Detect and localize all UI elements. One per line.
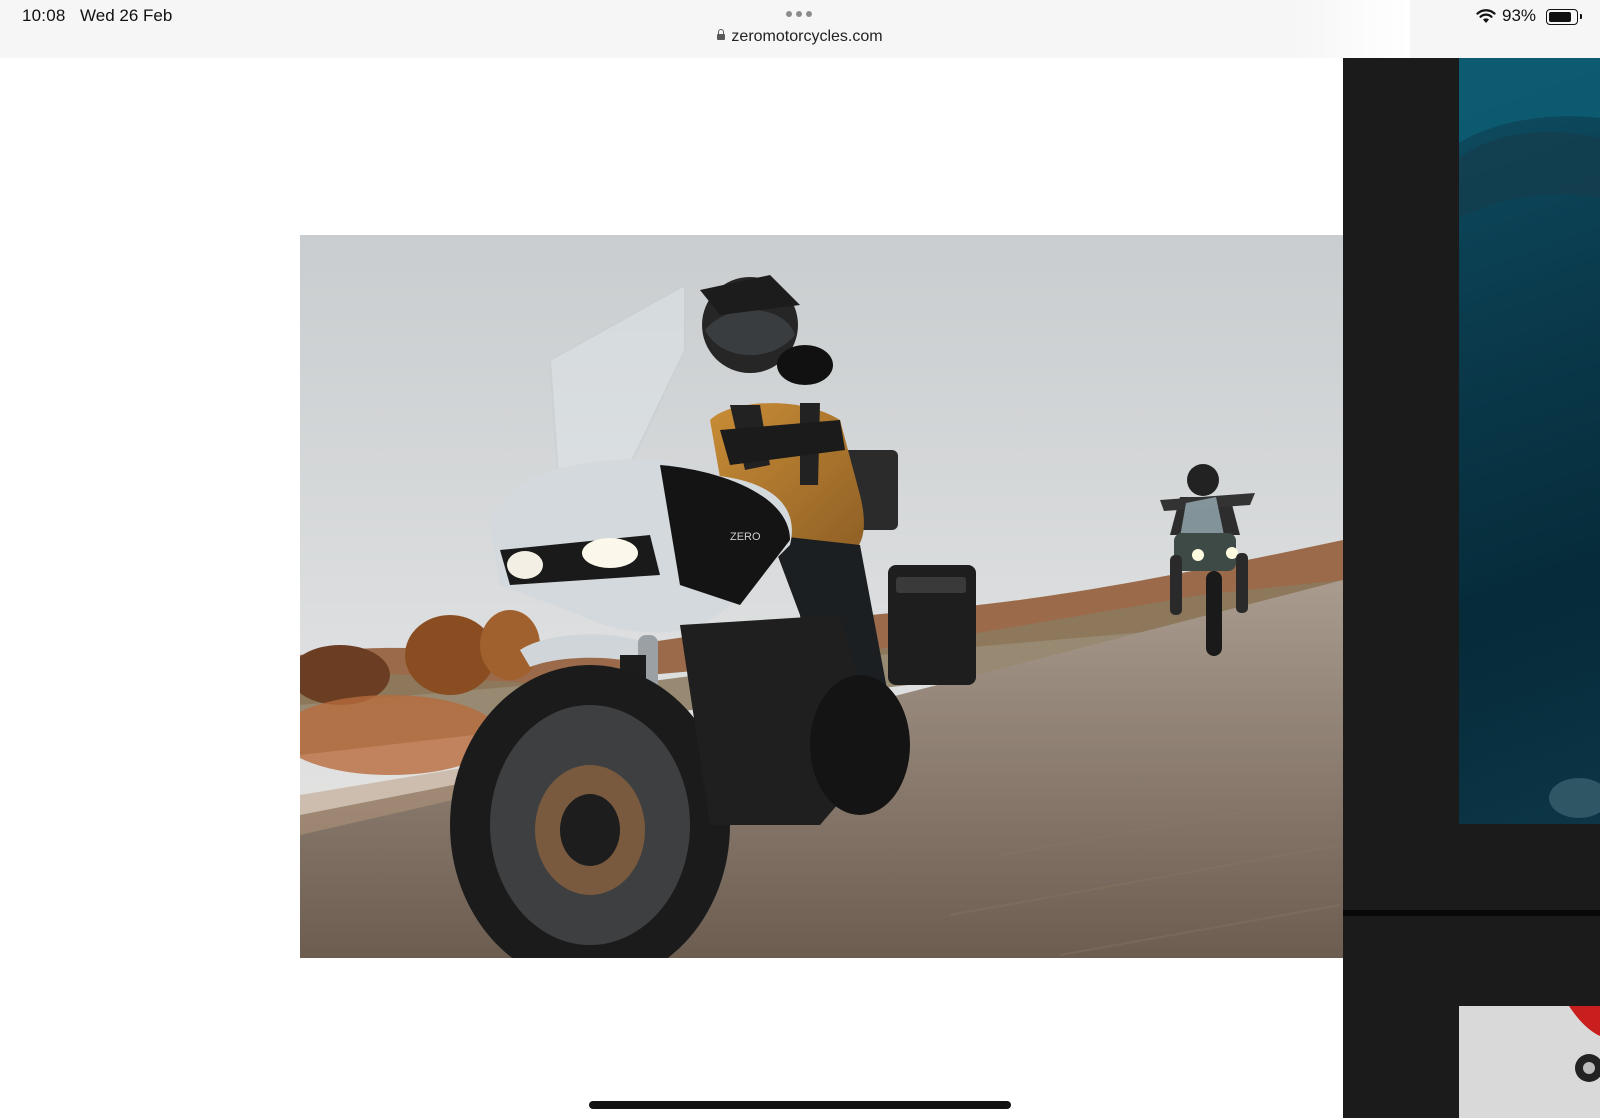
side-thumbnail-top[interactable] bbox=[1459, 58, 1600, 824]
multitasking-dots-icon[interactable] bbox=[786, 11, 812, 17]
status-time: 10:08 bbox=[22, 6, 66, 25]
hero-image[interactable]: ZERO bbox=[300, 235, 1343, 958]
side-panel bbox=[1343, 58, 1600, 1118]
wifi-icon bbox=[1476, 9, 1496, 23]
safari-status-bar: 10:08 Wed 26 Feb zeromotorcycles.com 93% bbox=[0, 0, 1600, 59]
side-thumbnail-bottom[interactable] bbox=[1459, 1006, 1600, 1118]
address-url: zeromotorcycles.com bbox=[731, 28, 883, 45]
home-indicator[interactable] bbox=[589, 1101, 1011, 1109]
statusbar-fade bbox=[1290, 0, 1410, 58]
bike-badge: ZERO bbox=[730, 531, 761, 543]
side-divider bbox=[1343, 910, 1600, 916]
battery-percent: 93% bbox=[1502, 6, 1537, 25]
lock-icon bbox=[717, 29, 726, 40]
status-date: Wed 26 Feb bbox=[80, 6, 173, 25]
battery-icon bbox=[1546, 9, 1578, 25]
battery-tip bbox=[1580, 14, 1582, 19]
